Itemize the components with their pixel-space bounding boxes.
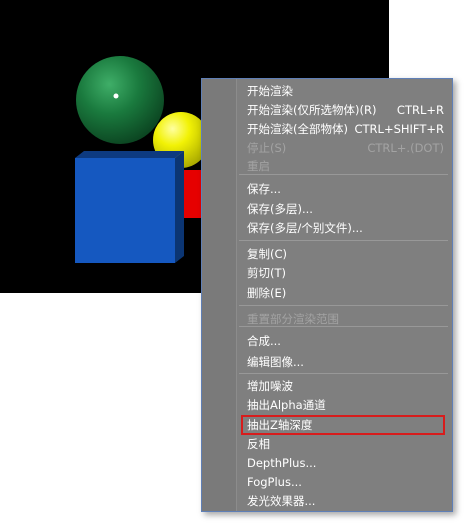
- menu-item-label: 开始渲染(全部物体): [247, 122, 348, 136]
- menu-item[interactable]: 剪切(T): [247, 264, 444, 282]
- menu-item-label: 发光效果器...: [247, 494, 316, 508]
- green-sphere-highlight: [113, 93, 119, 99]
- menu-item-label: 增加噪波: [247, 379, 293, 393]
- menu-item: 停止(S) CTRL+.(DOT): [247, 139, 444, 157]
- menu-item[interactable]: 复制(C): [247, 245, 444, 263]
- menu-item-label: FogPlus...: [247, 475, 302, 489]
- menu-item-label: 剪切(T): [247, 266, 286, 280]
- menu-item[interactable]: 反相: [247, 435, 444, 453]
- menu-item[interactable]: 保存...: [247, 180, 444, 198]
- menu-icon-gutter: [202, 79, 237, 511]
- menu-item-label: 抽出Alpha通道: [247, 398, 326, 412]
- menu-item[interactable]: 保存(多层)...: [247, 200, 444, 218]
- menu-item-label: 停止(S): [247, 141, 287, 155]
- highlight-box: [241, 415, 445, 435]
- menu-item-label: 开始渲染(仅所选物体)(R): [247, 103, 377, 117]
- menu-item-label: 删除(E): [247, 286, 287, 300]
- menu-item-label: 复制(C): [247, 247, 288, 261]
- menu-separator: [239, 174, 448, 175]
- menu-item[interactable]: 增加噪波: [247, 377, 444, 395]
- menu-item[interactable]: 开始渲染(全部物体) CTRL+SHIFT+R: [247, 120, 444, 138]
- menu-item[interactable]: 开始渲染(仅所选物体)(R) CTRL+R: [247, 101, 444, 119]
- menu-item-label: 编辑图像...: [247, 355, 304, 369]
- blue-cube: [75, 158, 175, 263]
- menu-item[interactable]: 发光效果器...: [247, 492, 444, 510]
- menu-item[interactable]: 抽出Alpha通道: [247, 396, 444, 414]
- menu-item-label: 保存(多层)...: [247, 202, 313, 216]
- menu-item: 重启: [247, 157, 444, 175]
- menu-item[interactable]: 编辑图像...: [247, 353, 444, 371]
- menu-item[interactable]: 保存(多层/个别文件)...: [247, 219, 444, 237]
- menu-item-label: 保存(多层/个别文件)...: [247, 221, 363, 235]
- menu-item[interactable]: 开始渲染: [247, 82, 444, 100]
- menu-item-label: 合成...: [247, 334, 281, 348]
- menu-item[interactable]: 合成...: [247, 332, 444, 350]
- menu-item-label: 反相: [247, 437, 270, 451]
- blue-cube-top: [75, 151, 184, 158]
- menu-separator: [239, 326, 448, 327]
- menu-item[interactable]: FogPlus...: [247, 473, 444, 491]
- menu-separator: [239, 373, 448, 374]
- menu-item-label: 开始渲染: [247, 84, 293, 98]
- menu-item[interactable]: 删除(E): [247, 284, 444, 302]
- context-menu: 开始渲染开始渲染(仅所选物体)(R) CTRL+R 开始渲染(全部物体) CTRL+S…: [201, 78, 453, 512]
- menu-item-label: 保存...: [247, 182, 281, 196]
- menu-item-label: 重启: [247, 159, 270, 173]
- menu-item-label: DepthPlus...: [247, 456, 317, 470]
- menu-item-shortcut: CTRL+R: [396, 103, 444, 117]
- menu-item[interactable]: DepthPlus...: [247, 454, 444, 472]
- menu-item-shortcut: CTRL+SHIFT+R: [354, 122, 445, 136]
- menu-item-shortcut: CTRL+.(DOT): [367, 141, 444, 155]
- menu-item-label: 重置部分渲染范围: [247, 312, 339, 326]
- blue-cube-side: [175, 151, 184, 263]
- green-sphere: [76, 56, 164, 144]
- menu-separator: [239, 240, 448, 241]
- menu-separator: [239, 305, 448, 306]
